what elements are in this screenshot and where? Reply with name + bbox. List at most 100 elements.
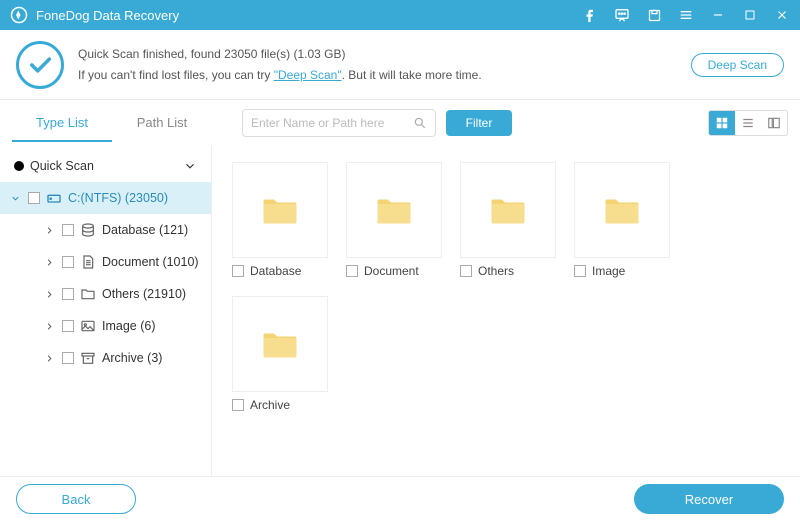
- tree-item-archive[interactable]: Archive (3): [26, 342, 211, 374]
- status-line2-suffix: . But it will take more time.: [342, 68, 482, 82]
- chevron-right-icon[interactable]: [44, 289, 56, 300]
- window-controls: [582, 7, 790, 23]
- checkbox[interactable]: [574, 265, 586, 277]
- chevron-right-icon[interactable]: [44, 225, 56, 236]
- chevron-down-icon[interactable]: [10, 193, 22, 204]
- tree-item-database[interactable]: Database (121): [26, 214, 211, 246]
- tree-item-label: Image (6): [102, 319, 156, 333]
- checkbox[interactable]: [28, 192, 40, 204]
- app-logo-icon: [10, 6, 28, 24]
- tree-item-label: Database (121): [102, 223, 188, 237]
- folder-thumb: [232, 162, 328, 258]
- title-bar: FoneDog Data Recovery: [0, 0, 800, 30]
- checkbox[interactable]: [346, 265, 358, 277]
- folder-icon: [376, 195, 412, 225]
- folder-item[interactable]: Image: [574, 162, 670, 278]
- folder-label: Database: [250, 264, 301, 278]
- filter-button[interactable]: Filter: [446, 110, 513, 136]
- checkbox[interactable]: [460, 265, 472, 277]
- chevron-right-icon[interactable]: [44, 353, 56, 364]
- folder-label: Document: [364, 264, 419, 278]
- deep-scan-link[interactable]: "Deep Scan": [274, 68, 342, 82]
- tree-drive[interactable]: C:(NTFS) (23050): [0, 182, 211, 214]
- checkbox[interactable]: [232, 399, 244, 411]
- view-detail-icon[interactable]: [761, 111, 787, 135]
- search-icon[interactable]: [413, 116, 427, 130]
- checkbox[interactable]: [62, 320, 74, 332]
- checkbox[interactable]: [62, 256, 74, 268]
- folder-thumb: [574, 162, 670, 258]
- status-line1-mid: file(s) (: [257, 47, 297, 61]
- document-icon: [80, 254, 96, 270]
- toolbar: Type List Path List Filter: [0, 100, 800, 146]
- tree-item-label: Others (21910): [102, 287, 186, 301]
- footer: Back Recover: [0, 476, 800, 521]
- scan-status-panel: Quick Scan finished, found 23050 file(s)…: [0, 30, 800, 100]
- folder-thumb: [232, 296, 328, 392]
- drive-icon: [46, 190, 62, 206]
- tree-item-label: Document (1010): [102, 255, 199, 269]
- tree-root-label: Quick Scan: [30, 159, 94, 173]
- back-button[interactable]: Back: [16, 484, 136, 514]
- file-tree: Quick Scan C:(NTFS) (23050) Database (12…: [0, 146, 212, 476]
- success-check-icon: [16, 41, 64, 89]
- deep-scan-button[interactable]: Deep Scan: [691, 53, 784, 77]
- chevron-right-icon[interactable]: [44, 257, 56, 268]
- folder-icon: [262, 195, 298, 225]
- status-line1-suffix: ): [342, 47, 346, 61]
- tab-path-list[interactable]: Path List: [112, 105, 212, 142]
- folder-grid: Database Document Others Image: [212, 146, 800, 476]
- view-list-icon[interactable]: [735, 111, 761, 135]
- tree-root-quick-scan[interactable]: Quick Scan: [0, 150, 211, 182]
- app-title: FoneDog Data Recovery: [36, 8, 582, 23]
- folder-item[interactable]: Document: [346, 162, 442, 278]
- folder-icon: [262, 329, 298, 359]
- tree-item-document[interactable]: Document (1010): [26, 246, 211, 278]
- status-line2-prefix: If you can't find lost files, you can tr…: [78, 68, 274, 82]
- folder-thumb: [346, 162, 442, 258]
- search-box[interactable]: [242, 109, 436, 137]
- folder-item[interactable]: Others: [460, 162, 556, 278]
- tree-item-label: Archive (3): [102, 351, 162, 365]
- folder-icon: [80, 286, 96, 302]
- recover-button[interactable]: Recover: [634, 484, 784, 514]
- folder-icon: [490, 195, 526, 225]
- feedback-icon[interactable]: [614, 7, 630, 23]
- chevron-down-icon[interactable]: [183, 159, 197, 173]
- chevron-right-icon[interactable]: [44, 321, 56, 332]
- search-input[interactable]: [251, 116, 413, 130]
- view-mode-toggle: [708, 110, 788, 136]
- maximize-icon[interactable]: [742, 7, 758, 23]
- view-grid-icon[interactable]: [709, 111, 735, 135]
- archive-icon: [80, 350, 96, 366]
- image-icon: [80, 318, 96, 334]
- menu-icon[interactable]: [678, 7, 694, 23]
- checkbox[interactable]: [62, 288, 74, 300]
- tree-item-others[interactable]: Others (21910): [26, 278, 211, 310]
- database-icon: [80, 222, 96, 238]
- folder-label: Others: [478, 264, 514, 278]
- folder-label: Archive: [250, 398, 290, 412]
- checkbox[interactable]: [62, 352, 74, 364]
- tab-type-list[interactable]: Type List: [12, 105, 112, 142]
- save-icon[interactable]: [646, 7, 662, 23]
- folder-label: Image: [592, 264, 625, 278]
- status-line1-prefix: Quick Scan finished, found: [78, 47, 224, 61]
- list-tabs: Type List Path List: [12, 105, 212, 142]
- status-size: 1.03 GB: [297, 47, 341, 61]
- tree-item-image[interactable]: Image (6): [26, 310, 211, 342]
- facebook-icon[interactable]: [582, 7, 598, 23]
- status-file-count: 23050: [224, 47, 257, 61]
- folder-thumb: [460, 162, 556, 258]
- minimize-icon[interactable]: [710, 7, 726, 23]
- folder-item[interactable]: Archive: [232, 296, 328, 412]
- close-icon[interactable]: [774, 7, 790, 23]
- bullet-icon: [14, 161, 24, 171]
- folder-item[interactable]: Database: [232, 162, 328, 278]
- tree-children: Database (121) Document (1010) Others (2…: [0, 214, 211, 374]
- tree-drive-label: C:(NTFS) (23050): [68, 191, 168, 205]
- folder-icon: [604, 195, 640, 225]
- checkbox[interactable]: [62, 224, 74, 236]
- scan-status-text: Quick Scan finished, found 23050 file(s)…: [78, 44, 691, 85]
- checkbox[interactable]: [232, 265, 244, 277]
